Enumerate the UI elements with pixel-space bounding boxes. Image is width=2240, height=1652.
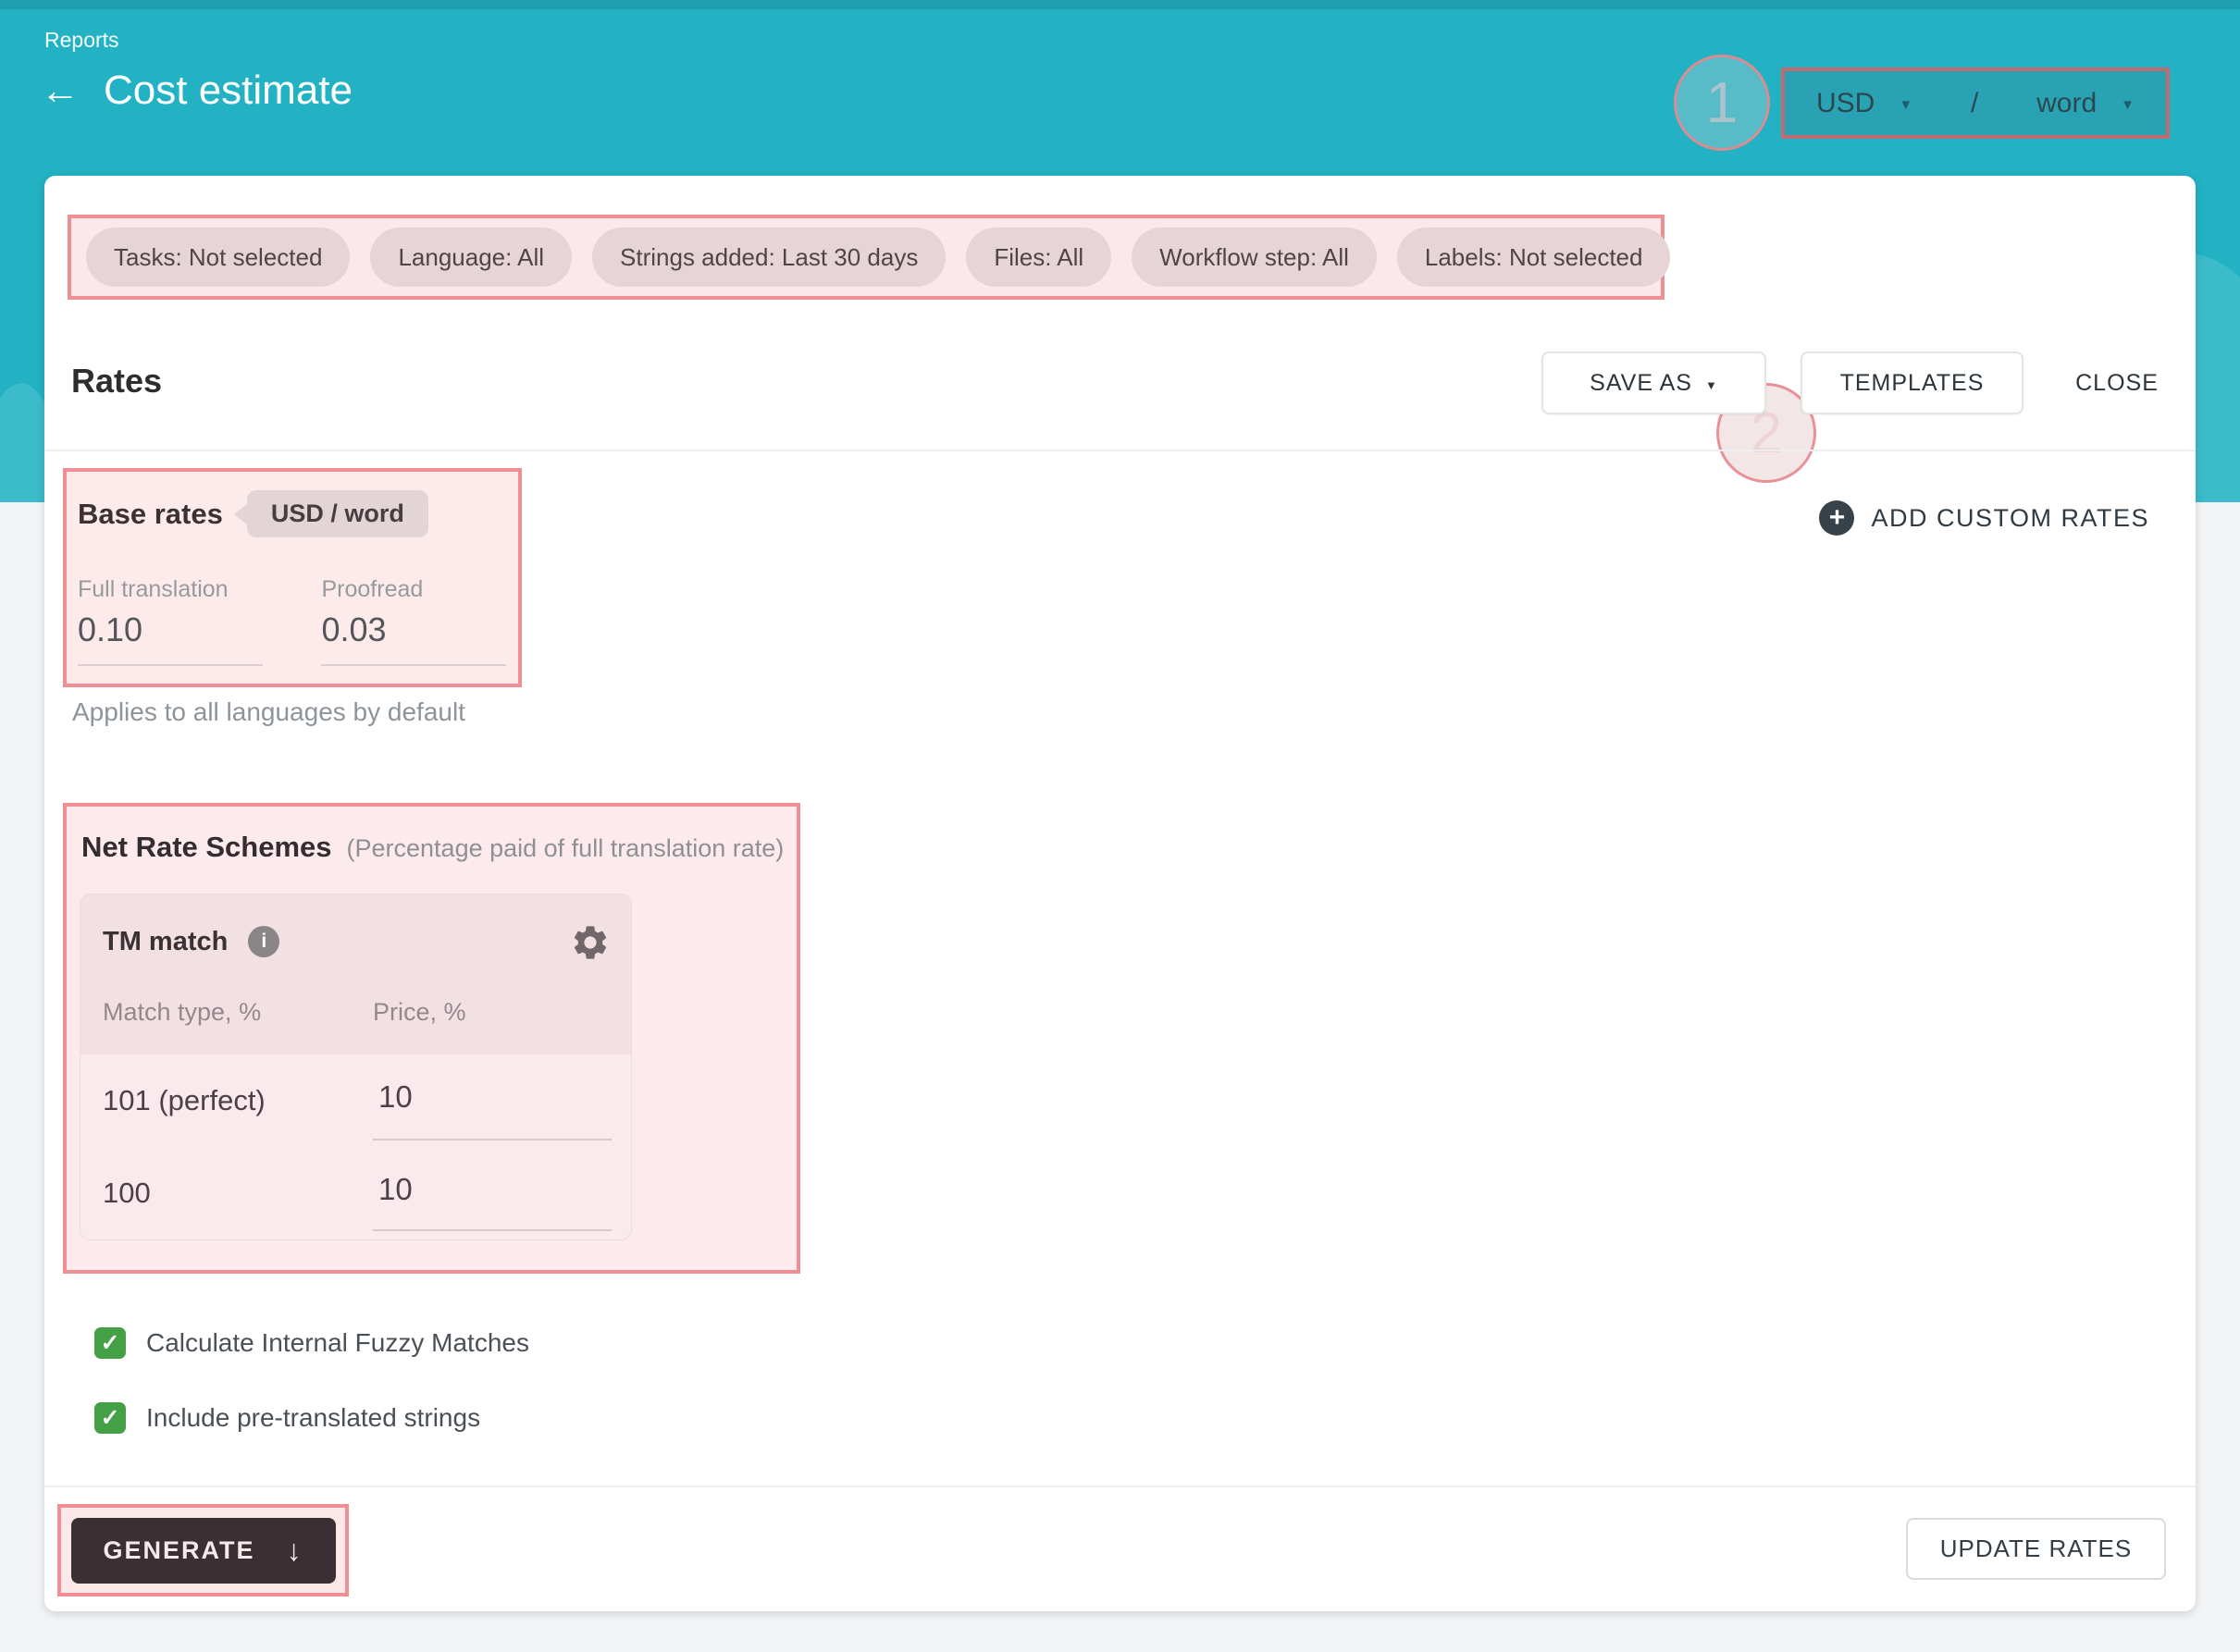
breadcrumb[interactable]: Reports xyxy=(44,28,119,53)
net-rate-schemes-title-row: Net Rate Schemes (Percentage paid of ful… xyxy=(81,831,797,864)
tm-match-title: TM match xyxy=(103,927,228,957)
pre-translated-label: Include pre-translated strings xyxy=(146,1403,480,1433)
tm-match-card: TM match i Match type, % Price, % 101 (p… xyxy=(80,894,632,1240)
base-rates-unit-chip: USD / word xyxy=(247,490,428,537)
fuzzy-matches-option: ✓ Calculate Internal Fuzzy Matches xyxy=(94,1327,529,1359)
tm-row-match-type: 101 (perfect) xyxy=(103,1084,266,1117)
net-rate-schemes-title: Net Rate Schemes xyxy=(81,831,332,864)
match-type-column-header: Match type, % xyxy=(103,998,261,1027)
back-arrow-icon[interactable]: ← xyxy=(41,71,80,110)
net-rate-schemes-annotation-box: Net Rate Schemes (Percentage paid of ful… xyxy=(63,803,800,1274)
rates-section-title: Rates xyxy=(71,362,162,401)
templates-label: TEMPLATES xyxy=(1840,370,1985,397)
input-underline xyxy=(373,1229,612,1231)
footer-divider xyxy=(44,1486,2196,1487)
save-as-button[interactable]: SAVE AS ▼ xyxy=(1541,351,1766,414)
base-rates-title: Base rates xyxy=(78,498,223,531)
fuzzy-matches-label: Calculate Internal Fuzzy Matches xyxy=(146,1328,529,1358)
full-translation-label: Full translation xyxy=(78,576,321,603)
generate-annotation-box: GENERATE ↓ xyxy=(57,1504,349,1597)
base-rates-note: Applies to all languages by default xyxy=(72,697,465,727)
currency-unit-annotation-box: USD ▼ / word ▼ xyxy=(1781,68,2170,139)
tm-match-title-row: TM match i xyxy=(103,926,279,957)
currency-select-value: USD xyxy=(1816,88,1875,119)
filter-chip-workflow-step[interactable]: Workflow step: All xyxy=(1132,228,1377,287)
input-underline xyxy=(78,664,263,666)
currency-unit-separator: / xyxy=(1912,88,2036,119)
net-rate-schemes-subtitle: (Percentage paid of full translation rat… xyxy=(347,834,785,863)
page-title-row: ← Cost estimate xyxy=(41,68,353,113)
update-rates-button[interactable]: UPDATE RATES xyxy=(1906,1518,2166,1580)
section-divider xyxy=(44,450,2196,451)
report-card: Tasks: Not selected Language: All String… xyxy=(44,176,2196,1611)
filters-annotation-box: Tasks: Not selected Language: All String… xyxy=(68,215,1665,300)
templates-button[interactable]: TEMPLATES xyxy=(1801,351,2023,414)
add-custom-rates-label: ADD CUSTOM RATES xyxy=(1871,504,2149,533)
filter-chip-files[interactable]: Files: All xyxy=(966,228,1111,287)
cost-estimate-screen: Reports ← Cost estimate 1 USD ▼ / word ▼… xyxy=(0,0,2240,1652)
proofread-field: Proofread 0.03 xyxy=(321,576,509,666)
tm-match-card-header: TM match i Match type, % Price, % xyxy=(80,894,631,1054)
generate-label: GENERATE xyxy=(103,1536,254,1565)
save-as-label: SAVE AS xyxy=(1590,370,1692,397)
plus-icon: + xyxy=(1819,500,1854,536)
base-rates-title-row: Base rates USD / word xyxy=(76,490,509,537)
tm-row-match-type: 100 xyxy=(103,1177,151,1210)
filter-chip-language[interactable]: Language: All xyxy=(370,228,572,287)
chevron-down-icon: ▼ xyxy=(1705,378,1718,392)
add-custom-rates-button[interactable]: + ADD CUSTOM RATES xyxy=(1819,498,2149,538)
close-button[interactable]: CLOSE xyxy=(2043,351,2191,414)
info-icon[interactable]: i xyxy=(248,926,279,957)
full-translation-input[interactable]: 0.10 xyxy=(78,610,321,649)
filter-chip-labels[interactable]: Labels: Not selected xyxy=(1397,228,1671,287)
input-underline xyxy=(373,1139,612,1140)
base-rates-annotation-box: Base rates USD / word Full translation 0… xyxy=(63,468,522,687)
base-rates-fields: Full translation 0.10 Proofread 0.03 xyxy=(76,576,509,666)
fuzzy-matches-checkbox[interactable]: ✓ xyxy=(94,1327,126,1359)
full-translation-field: Full translation 0.10 xyxy=(78,576,321,666)
pre-translated-checkbox[interactable]: ✓ xyxy=(94,1402,126,1434)
generate-button[interactable]: GENERATE ↓ xyxy=(71,1518,336,1584)
price-column-header: Price, % xyxy=(373,998,466,1027)
proofread-label: Proofread xyxy=(321,576,509,603)
unit-select-value: word xyxy=(2036,88,2097,119)
unit-select[interactable]: word ▼ xyxy=(2036,88,2135,119)
input-underline xyxy=(321,664,506,666)
chevron-down-icon: ▼ xyxy=(2121,97,2135,113)
proofread-input[interactable]: 0.03 xyxy=(321,610,509,649)
page-title: Cost estimate xyxy=(104,68,353,113)
chevron-down-icon: ▼ xyxy=(1899,97,1912,113)
filter-chip-strings-added[interactable]: Strings added: Last 30 days xyxy=(592,228,946,287)
pre-translated-option: ✓ Include pre-translated strings xyxy=(94,1402,480,1434)
currency-select[interactable]: USD ▼ xyxy=(1816,88,1912,119)
gear-icon[interactable] xyxy=(570,922,611,963)
tm-row-price-input[interactable]: 10 xyxy=(378,1079,413,1115)
download-arrow-icon: ↓ xyxy=(287,1534,303,1568)
annotation-badge-1: 1 xyxy=(1674,55,1770,151)
filter-chip-tasks[interactable]: Tasks: Not selected xyxy=(86,228,350,287)
tm-row-price-input[interactable]: 10 xyxy=(378,1172,413,1207)
